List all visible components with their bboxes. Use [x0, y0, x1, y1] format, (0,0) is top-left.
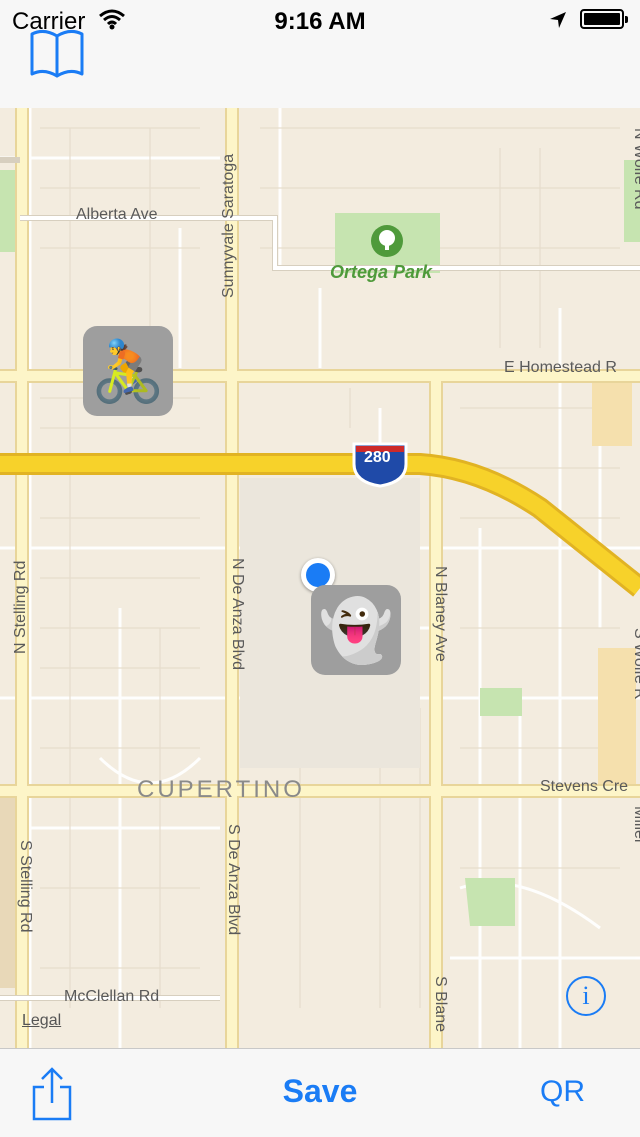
bicyclist-icon: 🚴	[90, 337, 166, 405]
street-miller: Miller	[631, 806, 640, 845]
street-de-anza-s: S De Anza Blvd	[225, 824, 242, 936]
street-blaney-s: S Blane	[432, 976, 449, 1033]
location-arrow-icon	[550, 12, 566, 28]
street-blaney-n: N Blaney Ave	[432, 566, 449, 662]
street-de-anza-n: N De Anza Blvd	[229, 558, 246, 671]
highway-number: 280	[364, 449, 391, 466]
bicycle-pin[interactable]: 🚴	[83, 326, 173, 416]
legal-link[interactable]: Legal	[22, 1012, 61, 1030]
city-label: CUPERTINO	[137, 776, 305, 803]
street-saratoga: Sunnyvale Saratoga	[220, 153, 237, 298]
street-wolfe-n: N Wolfe Rd	[631, 128, 640, 210]
info-icon[interactable]: i	[566, 976, 606, 1016]
street-wolfe-s: S Wolfe R	[631, 628, 640, 700]
street-mcclellan: McClellan Rd	[64, 988, 160, 1005]
bottom-toolbar: Save QR	[0, 1048, 640, 1137]
ghost-icon: 👻	[318, 596, 394, 664]
street-stevens: Stevens Cre	[540, 778, 629, 795]
ghost-pin[interactable]: 👻	[311, 585, 401, 675]
book-icon[interactable]	[28, 28, 86, 80]
clock: 9:16 AM	[274, 8, 366, 35]
street-stelling-n: N Stelling Rd	[12, 560, 29, 654]
nav-bar	[0, 29, 640, 108]
park-label: Ortega Park	[330, 262, 433, 282]
qr-button[interactable]: QR	[540, 1075, 585, 1109]
street-homestead: E Homestead R	[504, 359, 617, 376]
street-stelling-s: S Stelling Rd	[17, 840, 34, 933]
battery-icon	[580, 9, 628, 29]
map-view[interactable]: 280 Alberta Ave Sunnyvale Saratoga Orteg…	[0, 108, 640, 1048]
street-alberta: Alberta Ave	[76, 206, 158, 223]
status-bar: Carrier 9:16 AM	[0, 0, 640, 40]
